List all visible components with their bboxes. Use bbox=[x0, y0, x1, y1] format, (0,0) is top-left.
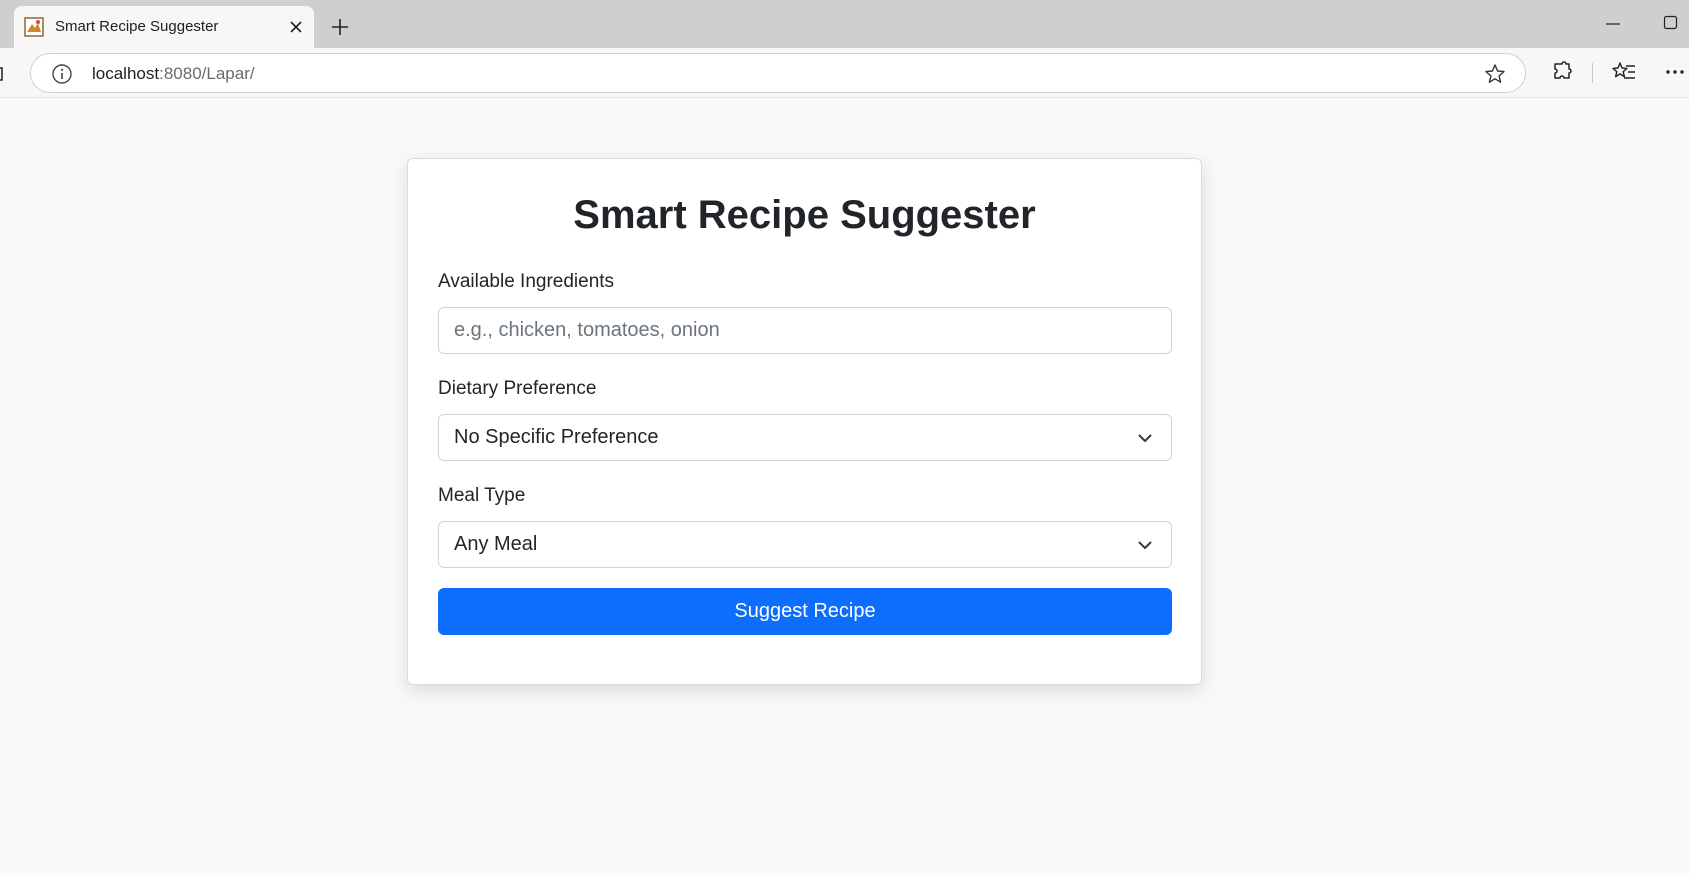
favorite-star-icon[interactable] bbox=[1484, 63, 1506, 85]
meal-type-label: Meal Type bbox=[438, 485, 526, 506]
dietary-preference-value: No Specific Preference bbox=[454, 426, 659, 448]
url-text: localhost:8080/Lapar/ bbox=[92, 64, 255, 84]
browser-toolbar: localhost:8080/Lapar/ bbox=[0, 48, 1689, 98]
page-title: Smart Recipe Suggester bbox=[573, 193, 1036, 237]
browser-tab-strip: Smart Recipe Suggester bbox=[0, 0, 1689, 48]
site-info-icon[interactable] bbox=[51, 63, 73, 85]
minimize-icon[interactable] bbox=[1604, 15, 1622, 33]
close-tab-icon[interactable] bbox=[288, 19, 304, 35]
ingredients-label: Available Ingredients bbox=[438, 271, 615, 292]
favorites-icon[interactable] bbox=[1612, 60, 1636, 84]
suggest-recipe-button[interactable]: Suggest Recipe bbox=[438, 588, 1172, 635]
ingredients-input[interactable] bbox=[438, 307, 1172, 354]
new-tab-icon[interactable] bbox=[328, 15, 352, 39]
chevron-down-icon bbox=[1138, 434, 1152, 442]
address-bar[interactable]: localhost:8080/Lapar/ bbox=[30, 53, 1526, 93]
browser-tab[interactable]: Smart Recipe Suggester bbox=[14, 6, 314, 48]
dietary-preference-label: Dietary Preference bbox=[438, 378, 597, 399]
more-options-icon[interactable] bbox=[1664, 60, 1686, 84]
dietary-preference-select[interactable]: No Specific Preference bbox=[438, 414, 1172, 461]
toolbar-separator bbox=[1592, 63, 1593, 83]
favicon-icon bbox=[24, 17, 44, 37]
tab-title: Smart Recipe Suggester bbox=[55, 18, 219, 35]
url-path: :8080/Lapar/ bbox=[159, 64, 255, 83]
maximize-icon[interactable] bbox=[1662, 14, 1680, 32]
chevron-down-icon bbox=[1138, 541, 1152, 549]
url-host: localhost bbox=[92, 64, 160, 83]
recipe-form-card: Smart Recipe Suggester Available Ingredi… bbox=[407, 158, 1202, 685]
meal-type-select[interactable]: Any Meal bbox=[438, 521, 1172, 568]
home-icon[interactable] bbox=[0, 64, 6, 82]
meal-type-value: Any Meal bbox=[454, 533, 538, 555]
extensions-icon[interactable] bbox=[1550, 60, 1574, 84]
